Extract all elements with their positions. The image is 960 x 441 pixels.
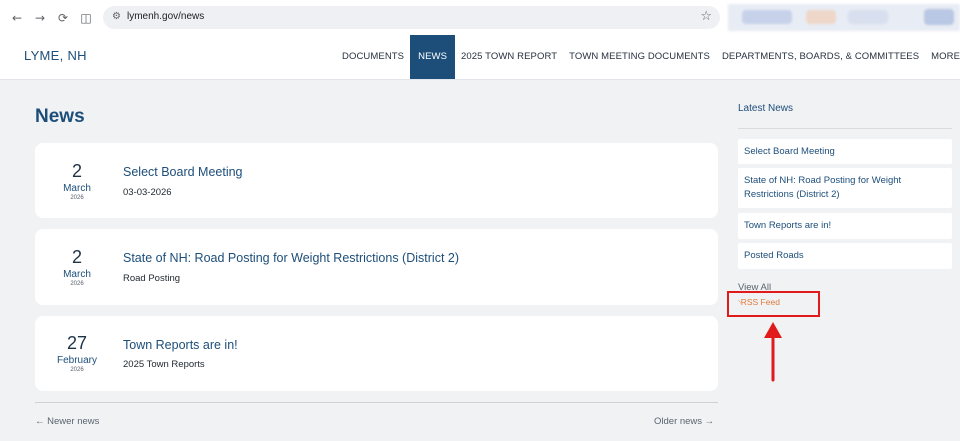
news-title-link[interactable]: Select Board Meeting (123, 165, 243, 179)
site-header: LYME, NH DOCUMENTS NEWS 2025 TOWN REPORT TO… (0, 35, 960, 80)
pager-divider (35, 402, 718, 403)
news-subtitle: 2025 Town Reports (123, 359, 205, 370)
extensions-area (728, 4, 960, 31)
browser-toolbar: ← → ⟳ ◫ ⚙ lymenh.gov/news ☆ (0, 0, 960, 35)
sidebar-news-link[interactable]: State of NH: Road Posting for Weight Res… (738, 168, 952, 208)
news-day: 27 (66, 333, 88, 353)
news-card[interactable]: 27 February 2026 Town Reports are in! 20… (35, 316, 718, 391)
news-year: 2026 (70, 281, 84, 287)
sidebar-news-label[interactable]: Select Board Meeting (744, 145, 835, 159)
news-subtitle: 03-03-2026 (123, 187, 172, 198)
news-month: March (63, 269, 91, 280)
news-title-link[interactable]: State of NH: Road Posting for Weight Res… (123, 251, 459, 265)
news-year: 2026 (70, 195, 84, 201)
site-logo[interactable]: LYME, NH (24, 48, 87, 63)
news-title-link[interactable]: Town Reports are in! (123, 338, 238, 352)
back-arrow-icon[interactable]: ← (10, 11, 24, 25)
sidebar-news-label[interactable]: Posted Roads (744, 249, 804, 263)
sidebar-news-link[interactable]: Posted Roads (738, 243, 952, 269)
address-bar[interactable]: ⚙ lymenh.gov/news ☆ (103, 6, 720, 29)
sidebar-news-label[interactable]: State of NH: Road Posting for Weight Res… (744, 174, 946, 202)
nav-item-2025-town-report[interactable]: 2025 TOWN REPORT (455, 35, 563, 79)
news-day: 2 (71, 247, 82, 267)
sidebar-divider (738, 128, 952, 129)
sidebar-title: Latest News (738, 103, 794, 114)
news-date: 2 March 2026 (35, 161, 119, 202)
split-view-icon[interactable]: ◫ (79, 11, 93, 25)
forward-arrow-icon[interactable]: → (33, 11, 47, 25)
news-card[interactable]: 2 March 2026 State of NH: Road Posting f… (35, 229, 718, 305)
url-text[interactable]: lymenh.gov/news (127, 11, 204, 22)
nav-item-more[interactable]: MORE ▾ (925, 35, 960, 79)
site-info-icon[interactable]: ⚙ (112, 11, 121, 22)
annotation-arrow-icon (764, 322, 782, 382)
bookmark-star-icon[interactable]: ☆ (700, 9, 712, 24)
nav-item-town-meeting-documents[interactable]: TOWN MEETING DOCUMENTS (563, 35, 716, 79)
nav-item-news[interactable]: NEWS (410, 35, 456, 79)
main-navigation: DOCUMENTS NEWS 2025 TOWN REPORT TOWN MEETIN… (336, 35, 960, 79)
nav-item-departments-boards-committees[interactable]: DEPARTMENTS, BOARDS, & COMMITTEES (716, 35, 925, 79)
news-day: 2 (71, 161, 82, 181)
news-card[interactable]: 2 March 2026 Select Board Meeting 03-03-… (35, 143, 718, 218)
news-month: March (63, 183, 91, 194)
reload-icon[interactable]: ⟳ (56, 11, 70, 25)
annotation-highlight-box (727, 291, 820, 317)
sidebar-news-link[interactable]: Town Reports are in! (738, 213, 952, 239)
sidebar-news-link[interactable]: Select Board Meeting (738, 139, 952, 164)
news-subtitle: Road Posting (123, 273, 181, 284)
newer-news-link[interactable]: ← Newer news (35, 416, 99, 427)
older-news-link[interactable]: Older news → (654, 416, 714, 427)
news-year: 2026 (70, 367, 84, 373)
page-title: News (35, 106, 85, 127)
nav-item-documents[interactable]: DOCUMENTS (336, 35, 410, 79)
sidebar-news-label[interactable]: Town Reports are in! (744, 219, 831, 233)
news-month: February (56, 355, 97, 366)
news-date: 2 March 2026 (35, 247, 119, 288)
news-date: 27 February 2026 (35, 333, 119, 374)
